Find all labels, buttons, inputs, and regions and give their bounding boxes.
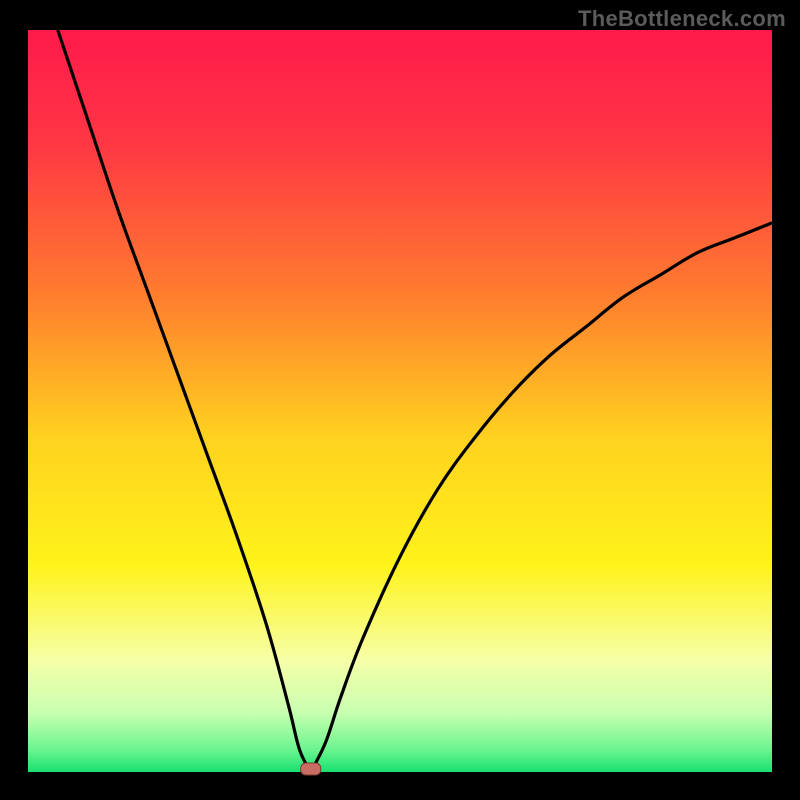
- chart-area: TheBottleneck.com: [0, 0, 800, 800]
- plot-background: [28, 30, 772, 772]
- watermark-text: TheBottleneck.com: [578, 6, 786, 32]
- minimum-marker: [301, 763, 321, 775]
- bottleneck-chart: [0, 0, 800, 800]
